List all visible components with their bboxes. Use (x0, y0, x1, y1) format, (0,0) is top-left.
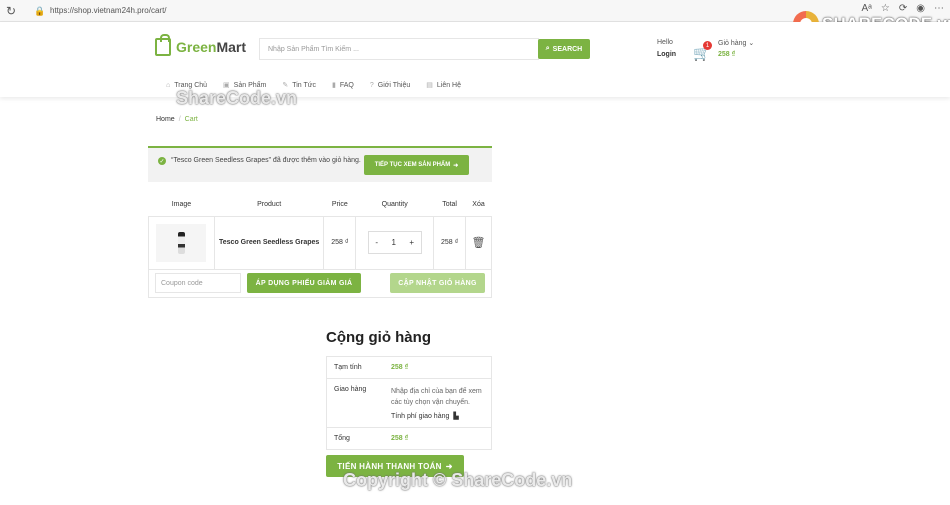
continue-shopping-button[interactable]: TIẾP TỤC XEM SẢN PHẨM ➜ (364, 155, 469, 175)
breadcrumb: Home / Cart (156, 116, 198, 123)
quantity-stepper: - 1 + (367, 231, 422, 254)
watermark-top: ShareCode.vn (176, 88, 298, 108)
nav-item-faq[interactable]: ▮ FAQ (331, 81, 354, 90)
search-button[interactable]: ⌕ SEARCH (538, 39, 590, 59)
product-name[interactable]: Tesco Green Seedless Grapes (213, 215, 325, 270)
update-cart-button[interactable]: CẬP NHẬT GIỎ HÀNG (390, 273, 485, 293)
login-link[interactable]: Login (657, 51, 676, 58)
breadcrumb-separator: / (178, 116, 181, 123)
breadcrumb-current: Cart (184, 116, 198, 123)
cart-total: 258 ₫ (718, 51, 736, 58)
cart-label[interactable]: Giỏ hàng ⌄ (718, 39, 754, 47)
total-row: Tổng 258 ₫ (327, 428, 491, 449)
logo-text-green: Green (176, 39, 217, 55)
cart-count-badge: 1 (703, 41, 712, 50)
nav-item-about[interactable]: ? Giới Thiệu (370, 81, 410, 89)
header-product: Product (214, 193, 324, 217)
coupon-row: Coupon code ÁP DỤNG PHIẾU GIẢM GIÁ CẬP N… (148, 268, 492, 298)
contact-icon: ▤ (426, 82, 433, 89)
shipping-label: Giao hàng (334, 386, 367, 393)
cart-table: Image Product Price Quantity Total Xóa T… (148, 193, 492, 270)
arrow-right-icon: ➜ (453, 162, 459, 169)
header-total: Total (433, 193, 466, 217)
total-label: Tổng (334, 435, 350, 442)
increase-button[interactable]: + (409, 238, 414, 247)
chevron-down-icon: ⌄ (748, 40, 755, 47)
quantity-value[interactable]: 1 (391, 238, 395, 247)
question-icon: ? (369, 81, 374, 89)
subtotal-value: 258 ₫ (391, 364, 409, 371)
header-remove: Xóa (465, 193, 492, 217)
cart-totals-table: Tạm tính 258 ₫ Giao hàng Nhập địa chỉ củ… (326, 356, 492, 450)
home-icon: ⌂ (166, 81, 171, 89)
lock-icon[interactable]: 🔒 (34, 6, 45, 16)
search-button-label: SEARCH (552, 45, 583, 53)
breadcrumb-home[interactable]: Home (156, 116, 175, 123)
nav-item-contact[interactable]: ▤ Liên Hệ (426, 81, 461, 90)
subtotal-label: Tạm tính (334, 364, 362, 371)
shopping-bag-icon (155, 34, 171, 56)
header-price: Price (323, 193, 356, 217)
site-header: GreenMart Nhập Sản Phẩm Tìm Kiếm ... ⌕ S… (0, 22, 950, 97)
subtotal-row: Tạm tính 258 ₫ (327, 357, 491, 379)
cart-totals-title: Cộng giỏ hàng (326, 329, 431, 346)
header-image: Image (148, 193, 215, 217)
shipping-row: Giao hàng Nhập địa chỉ của bạn để xem cá… (327, 379, 491, 428)
total-value: 258 ₫ (391, 435, 409, 442)
address-bar[interactable]: https://shop.vietnam24h.pro/cart/ (50, 6, 167, 15)
watermark-bottom: Copyright © ShareCode.vn (343, 470, 573, 490)
header-quantity: Quantity (355, 193, 434, 217)
search-icon: ⌕ (545, 45, 550, 52)
search-input[interactable]: Nhập Sản Phẩm Tìm Kiếm ... (259, 38, 539, 60)
reload-icon[interactable]: ↻ (6, 4, 20, 18)
greeting-text: Hello (657, 39, 673, 46)
bookmark-icon: ▮ (331, 82, 336, 89)
shipping-text: Nhập địa chỉ của bạn để xem các tùy chọn… (391, 388, 482, 406)
product-total: 258 ₫ (433, 215, 467, 270)
check-icon: ✓ (158, 157, 166, 165)
added-to-cart-notice: ✓ “Tesco Green Seedless Grapes” đã được … (148, 146, 492, 182)
coupon-input[interactable]: Coupon code (155, 273, 241, 293)
table-row: Tesco Green Seedless Grapes 258 ₫ - 1 + … (148, 215, 492, 270)
apply-coupon-button[interactable]: ÁP DỤNG PHIẾU GIẢM GIÁ (247, 273, 361, 293)
truck-icon: ▙ (453, 413, 459, 420)
site-logo[interactable]: GreenMart (155, 34, 247, 56)
notice-message: “Tesco Green Seedless Grapes” đã được th… (171, 157, 361, 164)
logo-text-dark: Mart (216, 39, 247, 55)
trash-icon[interactable]: 🗑 (472, 237, 486, 249)
product-price: 258 ₫ (323, 215, 357, 270)
calculate-shipping-link[interactable]: Tính phí giao hàng ▙ (391, 412, 485, 421)
product-image[interactable] (156, 223, 207, 262)
decrease-button[interactable]: - (375, 238, 378, 247)
